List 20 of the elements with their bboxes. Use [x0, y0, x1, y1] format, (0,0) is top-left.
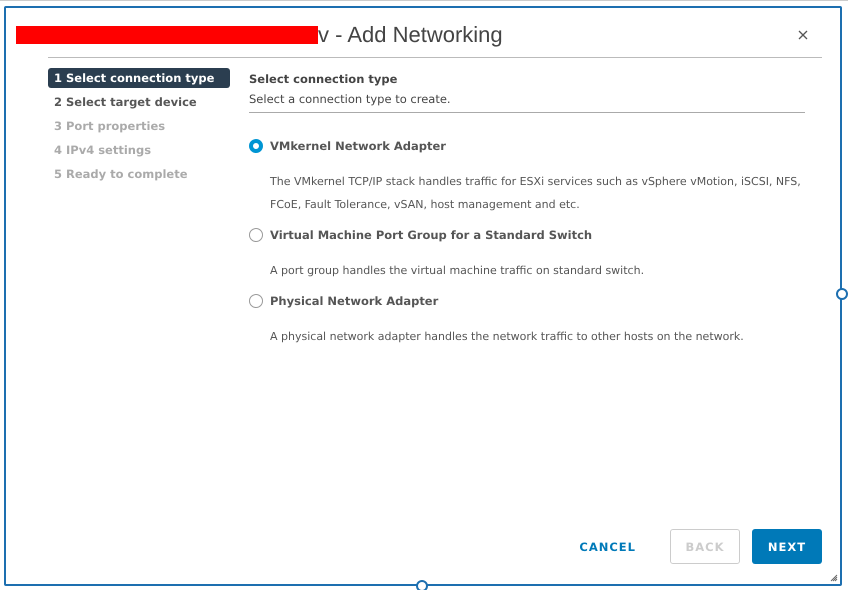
resize-handle[interactable]	[416, 580, 428, 590]
radio-button[interactable]	[249, 228, 263, 242]
resize-grip-icon[interactable]	[830, 574, 838, 582]
section-heading: Select connection type	[249, 71, 398, 86]
option-description: A physical network adapter handles the network traffic to other hosts on the network.	[269, 329, 745, 345]
option-label[interactable]: Physical Network Adapter	[270, 294, 438, 308]
step-item[interactable]: 1 Select connection type	[48, 68, 230, 88]
option-label[interactable]: Virtual Machine Port Group for a Standard Switch	[270, 228, 592, 242]
next-button[interactable]: NEXT	[752, 529, 822, 564]
option-description: The VMkernel TCP/IP stack handles traffic for ESXi services such as vSphere vMotion, iSCSI, NFS, FCoE, Fault Tolerance, vSAN, host management and etc.	[269, 174, 802, 213]
radio-button[interactable]	[249, 139, 263, 153]
option-label[interactable]: VMkernel Network Adapter	[270, 139, 446, 153]
cancel-button[interactable]: CANCEL	[565, 529, 650, 564]
option-description: A port group handles the virtual machine traffic on standard switch.	[269, 263, 646, 279]
radio-button[interactable]	[249, 294, 263, 308]
dialog-title: v - Add Networking	[318, 22, 503, 48]
step-item[interactable]: 2 Select target device	[48, 92, 230, 112]
section-subheading: Select a connection type to create.	[249, 86, 805, 113]
resize-handle[interactable]	[836, 288, 848, 300]
close-icon[interactable]	[798, 30, 808, 40]
